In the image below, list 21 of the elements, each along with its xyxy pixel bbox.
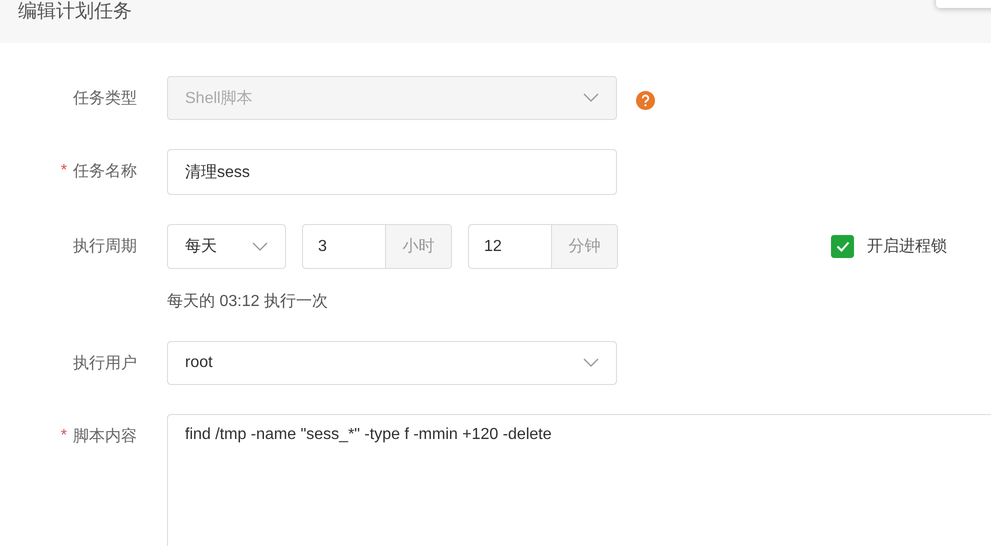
checkbox[interactable] <box>831 235 854 258</box>
field-label: 任务名称 <box>73 162 137 182</box>
select-field[interactable]: root <box>167 341 617 385</box>
caret-icon <box>583 93 599 103</box>
hour-input-group[interactable]: 3 小时 <box>302 224 452 269</box>
minute-input-group[interactable]: 12 分钟 <box>468 224 618 269</box>
required-mark: * <box>60 162 67 180</box>
field-label: 脚本内容 <box>73 426 137 446</box>
caret-icon <box>252 242 268 252</box>
required-mark: * <box>60 427 67 445</box>
script-textarea[interactable]: find /tmp -name "sess_*" -type f -mmin +120 -delete <box>167 414 991 546</box>
checkbox-label: 开启进程锁 <box>867 236 947 257</box>
period-select[interactable]: 每天 <box>167 224 286 269</box>
checkmark-icon <box>836 241 850 252</box>
field-label: 执行周期 <box>73 236 137 256</box>
field-label: 任务类型 <box>73 88 137 108</box>
field-label: 执行用户 <box>73 354 137 374</box>
schedule-hint: 每天的 03:12 执行一次 <box>167 292 329 312</box>
input-field[interactable]: 清理sess <box>167 149 617 195</box>
dialog-title: 编辑计划任务 <box>18 0 132 24</box>
caret-icon <box>583 358 599 368</box>
